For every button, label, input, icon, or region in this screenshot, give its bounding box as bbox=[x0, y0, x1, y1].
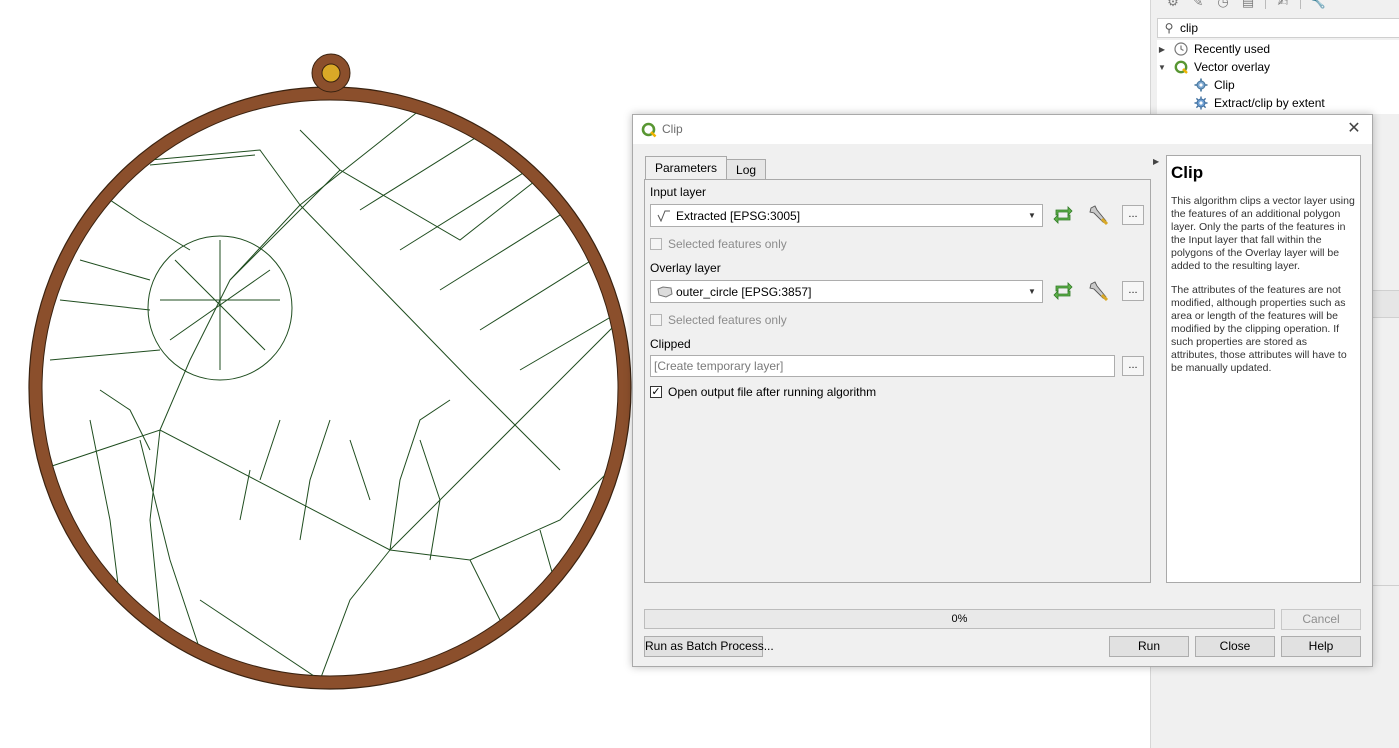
inner-circle-area bbox=[41, 99, 619, 677]
overlay-layer-combo[interactable]: outer_circle [EPSG:3857] ▼ bbox=[650, 280, 1043, 303]
collapsed-arrow-icon[interactable]: ▶ bbox=[1157, 45, 1167, 54]
line-layer-icon bbox=[657, 210, 673, 222]
dialog-tabs: Parameters Log bbox=[645, 156, 767, 180]
overlay-selected-only-checkbox[interactable]: Selected features only bbox=[650, 313, 787, 327]
scripts-icon[interactable]: ✎ bbox=[1190, 0, 1206, 9]
chevron-down-icon: ▼ bbox=[1028, 211, 1036, 220]
iterate-icon[interactable] bbox=[1050, 278, 1076, 304]
checkbox-label: Selected features only bbox=[668, 313, 787, 327]
output-browse-button[interactable]: ... bbox=[1122, 356, 1144, 376]
search-icon: ⚲ bbox=[1164, 21, 1174, 35]
progress-bar: 0% bbox=[644, 609, 1275, 629]
run-as-batch-button[interactable]: Run as Batch Process... bbox=[644, 636, 774, 657]
tree-item-clip[interactable]: Clip bbox=[1187, 76, 1235, 94]
help-title: Clip bbox=[1171, 163, 1204, 182]
models-icon[interactable]: ⚙ bbox=[1165, 0, 1181, 9]
wrench-icon[interactable] bbox=[1086, 202, 1112, 228]
tree-item-label: Recently used bbox=[1194, 42, 1271, 56]
help-paragraph: The attributes of the features are not m… bbox=[1171, 284, 1347, 374]
help-pane: Clip This algorithm clips a vector layer… bbox=[1166, 155, 1361, 583]
checkbox-label: Open output file after running algorithm bbox=[668, 385, 877, 399]
history-icon[interactable]: ◷ bbox=[1215, 0, 1231, 9]
gear-icon bbox=[1193, 95, 1209, 111]
collapse-help-arrow-icon[interactable]: ▶ bbox=[1153, 157, 1159, 166]
clip-dialog: Clip ✕ Parameters Log Input layer Extrac… bbox=[632, 114, 1373, 667]
dialog-title: Clip bbox=[662, 122, 683, 136]
clip-algorithm-icon bbox=[1193, 77, 1209, 93]
options-icon[interactable]: 🔧 bbox=[1310, 0, 1326, 9]
input-layer-combo[interactable]: Extracted [EPSG:3005] ▼ bbox=[650, 204, 1043, 227]
expanded-arrow-icon[interactable]: ▼ bbox=[1157, 63, 1167, 72]
checkmark-icon: ✓ bbox=[650, 386, 662, 398]
tree-item-label: Extract/clip by extent bbox=[1214, 96, 1325, 110]
toolbox-toolbar: ⚙ ✎ ◷ ▤ ✍ 🔧 bbox=[1165, 0, 1326, 10]
input-selected-only-checkbox[interactable]: Selected features only bbox=[650, 237, 787, 251]
qgis-icon bbox=[641, 122, 657, 138]
polygon-layer-icon bbox=[657, 285, 673, 298]
iterate-icon[interactable] bbox=[1050, 202, 1076, 228]
overlay-layer-browse-button[interactable]: ... bbox=[1122, 281, 1144, 301]
run-button[interactable]: Run bbox=[1109, 636, 1189, 657]
checkbox-box bbox=[650, 238, 662, 250]
progress-text: 0% bbox=[951, 613, 968, 625]
dialog-titlebar[interactable]: Clip ✕ bbox=[633, 115, 1372, 144]
clipped-output-field[interactable] bbox=[650, 355, 1115, 377]
open-output-checkbox[interactable]: ✓ Open output file after running algorit… bbox=[650, 385, 876, 399]
overlay-layer-label: Overlay layer bbox=[650, 261, 721, 275]
toolbox-search-input[interactable] bbox=[1180, 21, 1380, 35]
clipped-output-input[interactable] bbox=[654, 359, 1114, 373]
parameters-panel: Input layer Extracted [EPSG:3005] ▼ ... … bbox=[644, 179, 1151, 583]
edit-icon[interactable]: ✍ bbox=[1275, 0, 1291, 9]
qgis-icon bbox=[1173, 59, 1189, 75]
help-button[interactable]: Help bbox=[1281, 636, 1361, 657]
close-button[interactable]: Close bbox=[1195, 636, 1275, 657]
tree-item-label: Clip bbox=[1214, 78, 1235, 92]
chevron-down-icon: ▼ bbox=[1028, 287, 1036, 296]
results-icon[interactable]: ▤ bbox=[1240, 0, 1256, 9]
tree-item-label: Vector overlay bbox=[1194, 60, 1271, 74]
cancel-button[interactable]: Cancel bbox=[1281, 609, 1361, 630]
toolbar-separator bbox=[1300, 0, 1301, 9]
tree-item-extract-clip-by-extent[interactable]: Extract/clip by extent bbox=[1187, 94, 1325, 112]
wrench-icon[interactable] bbox=[1086, 278, 1112, 304]
toolbox-search[interactable]: ⚲ bbox=[1157, 18, 1399, 38]
clipped-output-label: Clipped bbox=[650, 337, 691, 351]
help-paragraph: This algorithm clips a vector layer usin… bbox=[1171, 195, 1355, 272]
checkbox-label: Selected features only bbox=[668, 237, 787, 251]
tab-log[interactable]: Log bbox=[726, 159, 767, 179]
tree-item-recently-used[interactable]: ▶ Recently used bbox=[1157, 40, 1270, 58]
checkbox-box bbox=[650, 314, 662, 326]
overlay-layer-value: outer_circle [EPSG:3857] bbox=[676, 284, 812, 299]
input-layer-value: Extracted [EPSG:3005] bbox=[676, 208, 801, 223]
map-pin bbox=[311, 53, 351, 93]
input-layer-browse-button[interactable]: ... bbox=[1122, 205, 1144, 225]
close-icon[interactable]: ✕ bbox=[1344, 119, 1364, 139]
toolbar-separator bbox=[1265, 0, 1266, 9]
input-layer-label: Input layer bbox=[650, 185, 707, 199]
clock-icon bbox=[1173, 41, 1189, 57]
tab-parameters[interactable]: Parameters bbox=[645, 156, 728, 179]
tree-item-vector-overlay[interactable]: ▼ Vector overlay bbox=[1157, 58, 1270, 76]
toolbox-tree: ▶ Recently used ▼ Vector overlay Clip Ex… bbox=[1157, 40, 1399, 114]
